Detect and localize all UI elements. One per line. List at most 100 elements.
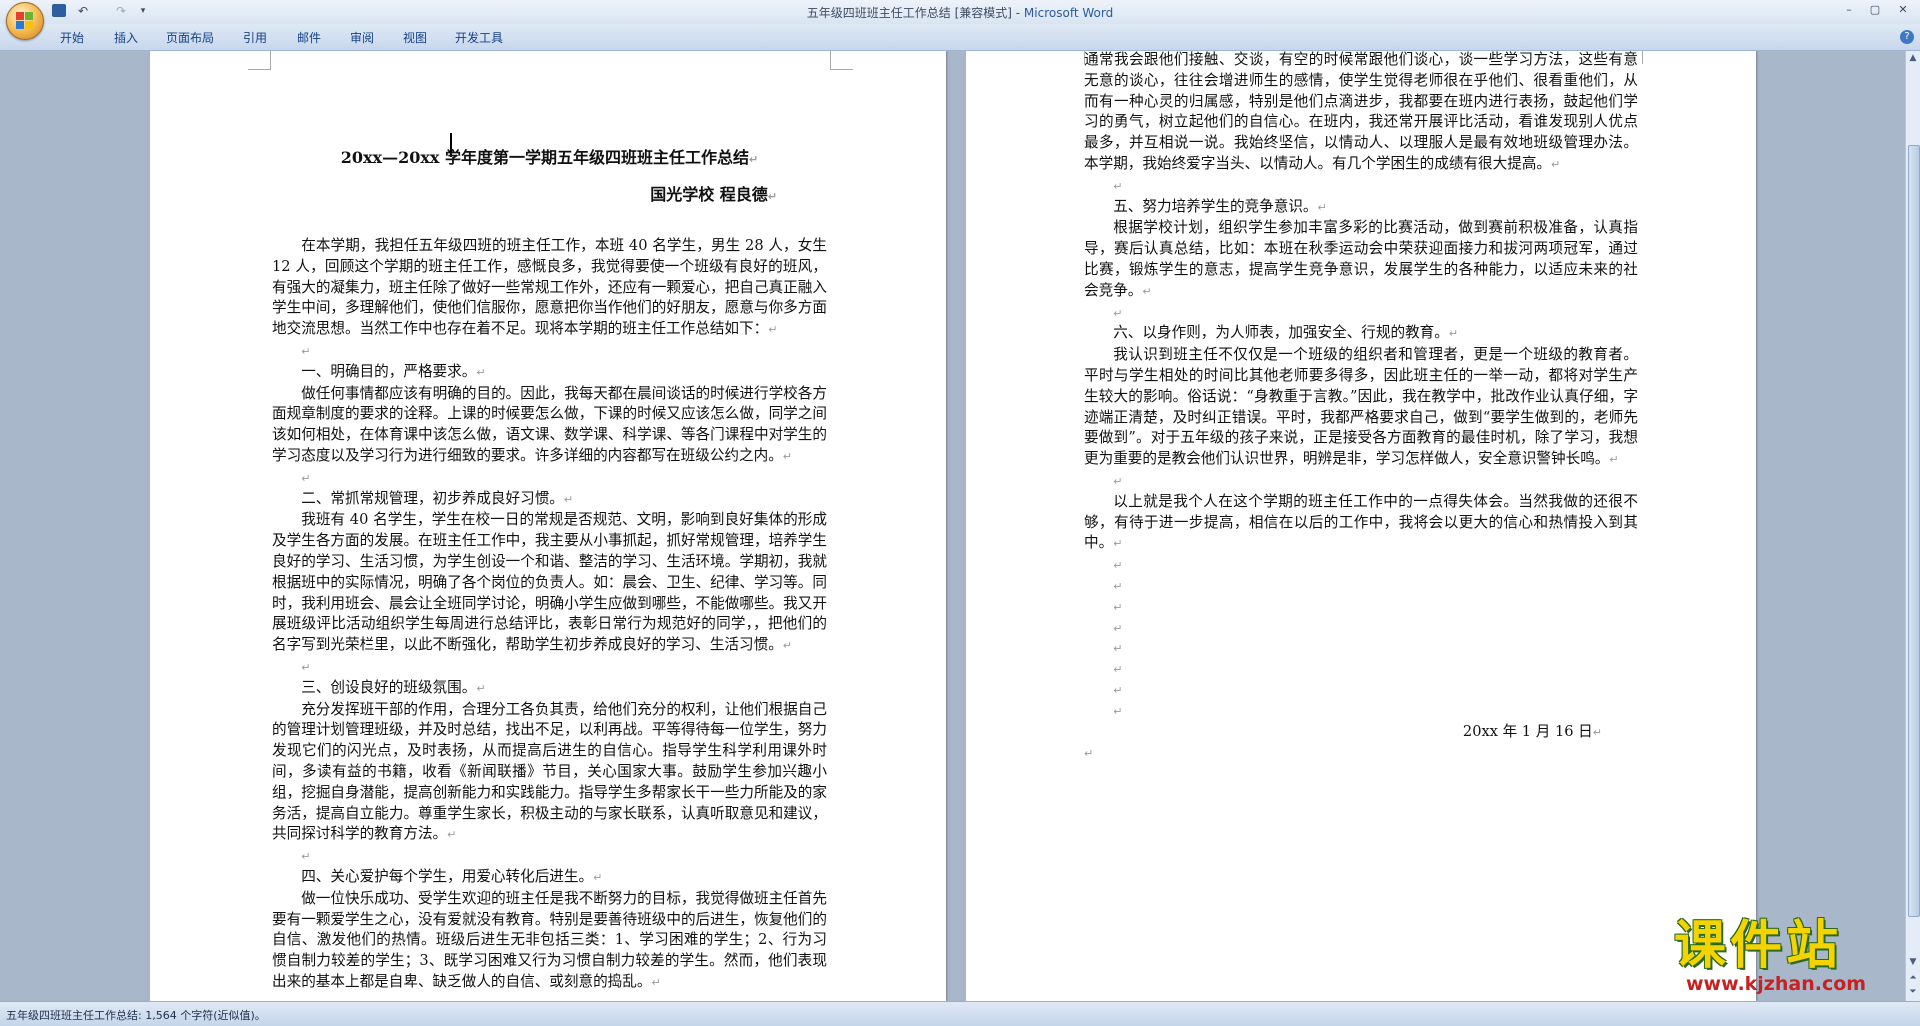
tab-page-layout[interactable]: 页面布局 xyxy=(166,29,214,46)
paragraph-mark: ↵ xyxy=(782,449,793,463)
paragraph-text: 做一位快乐成功、受学生欢迎的班主任是我不断努力的目标，我觉得做班主任首先要有一颗… xyxy=(272,889,827,990)
paragraph-mark: ↵ xyxy=(301,660,311,674)
office-logo-icon xyxy=(16,12,34,30)
scroll-up-icon[interactable]: ▲ xyxy=(1906,51,1920,65)
section-heading: 五、努力培养学生的竞争意识。↵ xyxy=(1084,197,1638,219)
scrollbar-thumb[interactable] xyxy=(1908,145,1920,917)
office-button[interactable] xyxy=(6,2,44,40)
paragraph-text: 以上就是我个人在这个学期的班主任工作中的一点得失体会。当然我做的还很不够，有待于… xyxy=(1084,492,1638,552)
author-line: 国光学校 程良德↵ xyxy=(650,185,777,204)
empty-paragraph: ↵ xyxy=(1084,659,1638,680)
paragraph-mark: ↵ xyxy=(1609,453,1619,467)
help-icon[interactable]: ? xyxy=(1900,30,1914,44)
title-bar: ↶ ↷ ▾ 五年级四班班主任工作总结 [兼容模式] - Microsoft Wo… xyxy=(0,0,1920,24)
section-heading: 一、明确目的，严格要求。↵ xyxy=(272,362,827,384)
tab-references[interactable]: 引用 xyxy=(243,29,267,46)
paragraph-mark: ↵ xyxy=(1113,600,1123,614)
body-paragraph: 我班有 40 名学生，学生在校一日的常规是否规范、文明，影响到良好集体的形成及学… xyxy=(272,510,827,657)
paragraph-mark: ↵ xyxy=(1142,284,1152,298)
window-title: 五年级四班班主任工作总结 [兼容模式] - Microsoft Word xyxy=(0,4,1920,21)
minimize-button[interactable]: – xyxy=(1838,2,1860,18)
paragraph-mark: ↵ xyxy=(563,492,574,506)
empty-paragraph: ↵ xyxy=(272,468,827,489)
watermark-logo: 课件站 www.kjzhan.com xyxy=(1668,917,1908,999)
paragraph-text: 二、常抓常规管理，初步养成良好习惯。 xyxy=(301,489,564,507)
margin-corner-mark xyxy=(248,51,271,70)
paragraph-mark: ↵ xyxy=(476,681,486,695)
tab-home[interactable]: 开始 xyxy=(60,29,84,46)
paragraph-mark: ↵ xyxy=(1113,704,1123,718)
body-paragraph: 做一位快乐成功、受学生欢迎的班主任是我不断努力的目标，我觉得做班主任首先要有一颗… xyxy=(272,889,827,994)
paragraph-text: 根据学校计划，组织学生参加丰富多彩的比赛活动，做到赛前积极准备，认真指导，赛后认… xyxy=(1084,219,1638,299)
paragraph-mark: ↵ xyxy=(1317,200,1327,214)
section-heading: 三、创设良好的班级氛围。↵ xyxy=(272,678,827,700)
paragraph-mark: ↵ xyxy=(1113,663,1123,677)
empty-paragraph: ↵ xyxy=(1084,597,1638,618)
empty-paragraph: ↵ xyxy=(1084,576,1638,597)
paragraph-mark: ↵ xyxy=(301,471,311,485)
page-1-paragraphs: 在本学期，我担任五年级四班的班主任工作，本班 40 名学生，男生 28 人，女生… xyxy=(272,236,827,994)
page-2-text: 通常我会跟他们接触、交谈，有空的时候常跟他们谈心，谈一些学习方法，这些有意无意的… xyxy=(1084,51,1638,764)
empty-paragraph: ↵ xyxy=(272,341,827,362)
vertical-scrollbar[interactable]: ▲ ▼ ⏶ ⏷ xyxy=(1905,51,1920,1001)
paragraph-mark: ↵ xyxy=(593,870,603,884)
word-count-status[interactable]: 五年级四班班主任工作总结: 1,564 个字符(近似值)。 xyxy=(6,1007,266,1023)
body-paragraph: 通常我会跟他们接触、交谈，有空的时候常跟他们谈心，谈一些学习方法，这些有意无意的… xyxy=(1084,51,1638,176)
paragraph-mark: ↵ xyxy=(651,975,661,989)
body-paragraph: 做任何事情都应该有明确的目的。因此，我每天都在晨间谈话的时候进行学校各方面规章制… xyxy=(272,384,827,468)
status-bar: 五年级四班班主任工作总结: 1,564 个字符(近似值)。 xyxy=(0,1001,1920,1026)
paragraph-mark: ↵ xyxy=(301,850,311,864)
paragraph-mark: ↵ xyxy=(1113,642,1123,656)
empty-paragraph: ↵ xyxy=(272,657,827,678)
section-heading: 四、关心爱护每个学生，用爱心转化后进生。↵ xyxy=(272,867,827,889)
section-heading: 六、以身作则，为人师表，加强安全、行规的教育。↵ xyxy=(1084,323,1638,345)
tab-view[interactable]: 视图 xyxy=(403,29,427,46)
tab-mailings[interactable]: 邮件 xyxy=(297,29,321,46)
tab-developer[interactable]: 开发工具 xyxy=(455,29,503,46)
tab-review[interactable]: 审阅 xyxy=(350,29,374,46)
paragraph-text: 通常我会跟他们接触、交谈，有空的时候常跟他们谈心，谈一些学习方法，这些有意无意的… xyxy=(1084,51,1638,172)
paragraph-mark: ↵ xyxy=(1113,306,1123,320)
empty-paragraph: ↵ xyxy=(1084,555,1638,576)
scroll-down-icon[interactable]: ▼ xyxy=(1906,955,1920,969)
tab-insert[interactable]: 插入 xyxy=(114,29,138,46)
document-area[interactable]: 20xx—20xx 学年度第一学期五年级四班班主任工作总结↵ 国光学校 程良德↵… xyxy=(0,51,1906,1001)
watermark-title: 课件站 xyxy=(1674,916,1843,976)
body-paragraph: 我认识到班主任不仅仅是一个班级的组织者和管理者，更是一个班级的教育者。平时与学生… xyxy=(1084,345,1638,471)
paragraph-text: 六、以身作则，为人师表，加强安全、行规的教育。 xyxy=(1113,324,1449,342)
empty-paragraph: ↵ xyxy=(1084,701,1638,722)
paragraph-text: 做任何事情都应该有明确的目的。因此，我每天都在晨间谈话的时候进行学校各方面规章制… xyxy=(272,384,827,464)
page-2-paragraphs: 通常我会跟他们接触、交谈，有空的时候常跟他们谈心，谈一些学习方法，这些有意无意的… xyxy=(1084,51,1638,764)
section-heading: 二、常抓常规管理，初步养成良好习惯。↵ xyxy=(272,489,827,511)
paragraph-mark: ↵ xyxy=(1084,747,1094,761)
empty-paragraph: ↵ xyxy=(1084,618,1638,639)
document-page-2[interactable]: 通常我会跟他们接触、交谈，有空的时候常跟他们谈心，谈一些学习方法，这些有意无意的… xyxy=(966,51,1756,1001)
close-button[interactable]: ✕ xyxy=(1892,2,1914,18)
body-paragraph: 充分发挥班干部的作用，合理分工各负其责，给他们充分的权利，让他们根据自己的管理计… xyxy=(272,700,827,847)
document-page-1[interactable]: 20xx—20xx 学年度第一学期五年级四班班主任工作总结↵ 国光学校 程良德↵… xyxy=(150,51,946,1001)
empty-paragraph: ↵ xyxy=(1084,176,1638,197)
body-paragraph: 以上就是我个人在这个学期的班主任工作中的一点得失体会。当然我做的还很不够，有待于… xyxy=(1084,492,1638,555)
paragraph-text: 一、明确目的，严格要求。 xyxy=(301,362,477,380)
restore-button[interactable]: ▢ xyxy=(1864,2,1886,18)
paragraph-text: 充分发挥班干部的作用，合理分工各负其责，给他们充分的权利，让他们根据自己的管理计… xyxy=(272,700,827,843)
empty-paragraph: ↵ xyxy=(1084,471,1638,492)
document-title: 五年级四班班主任工作总结 [兼容模式] - xyxy=(806,6,1024,20)
paragraph-mark: ↵ xyxy=(1448,327,1459,341)
paragraph-text: 20xx 年 1 月 16 日 xyxy=(1462,722,1593,740)
document-title-heading: 20xx—20xx 学年度第一学期五年级四班班主任工作总结↵ xyxy=(340,148,759,167)
empty-paragraph: ↵ xyxy=(1084,680,1638,701)
empty-paragraph: ↵ xyxy=(1084,303,1638,324)
previous-page-icon[interactable]: ⏶ xyxy=(1906,971,1920,985)
margin-corner-mark xyxy=(1062,51,1085,64)
paragraph-mark: ↵ xyxy=(768,323,778,337)
paragraph-mark: ↵ xyxy=(1113,579,1123,593)
paragraph-text: 五、努力培养学生的竞争意识。 xyxy=(1113,197,1318,215)
body-paragraph: 根据学校计划，组织学生参加丰富多彩的比赛活动，做到赛前积极准备，认真指导，赛后认… xyxy=(1084,218,1638,302)
app-name: Microsoft Word xyxy=(1023,6,1114,20)
paragraph-text: 三、创设良好的班级氛围。 xyxy=(301,678,477,696)
paragraph-mark: ↵ xyxy=(476,365,486,379)
next-page-icon[interactable]: ⏷ xyxy=(1906,985,1920,999)
paragraph-mark: ↵ xyxy=(1113,474,1123,488)
paragraph-mark: ↵ xyxy=(301,344,311,358)
